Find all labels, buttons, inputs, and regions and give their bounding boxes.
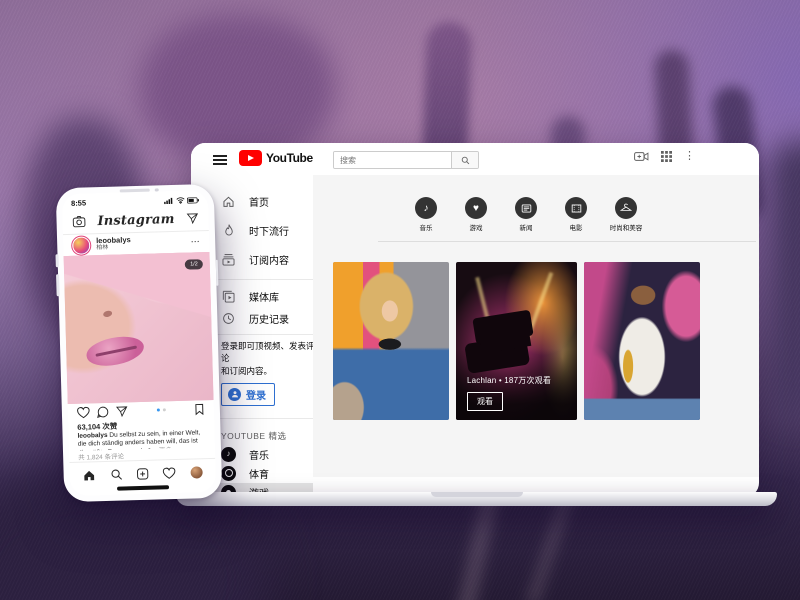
share-icon[interactable] bbox=[116, 405, 128, 417]
history-clock-icon bbox=[221, 311, 236, 326]
activity-tab-icon[interactable] bbox=[163, 467, 176, 479]
crowd-hand-silhouette bbox=[770, 140, 800, 420]
cellular-signal-icon bbox=[164, 197, 173, 204]
crowd-hand-silhouette bbox=[140, 14, 335, 164]
battery-icon bbox=[187, 197, 199, 203]
menu-icon[interactable] bbox=[213, 155, 227, 168]
category-label: 音乐 bbox=[420, 222, 433, 232]
create-video-icon[interactable] bbox=[634, 151, 649, 162]
caption-username[interactable]: leoobalys bbox=[77, 431, 107, 439]
video-title: Lachlan • 187万次观看 bbox=[467, 375, 551, 386]
library-icon bbox=[221, 289, 236, 304]
post-username[interactable]: leoobalys bbox=[96, 236, 131, 245]
category-movies[interactable]: 电影 bbox=[558, 197, 594, 232]
sidebar-item-label: 订阅内容 bbox=[249, 252, 289, 267]
signin-prompt-text: 登录即可顶视频、发表评论 和订阅内容。 bbox=[221, 340, 316, 377]
avatar[interactable] bbox=[72, 236, 90, 254]
hanger-icon bbox=[615, 197, 637, 219]
topbar-icons: ⋮ bbox=[634, 151, 695, 162]
youtube-content: ♪ 音乐 ♥ 游戏 新闻 电影 bbox=[313, 175, 759, 477]
game-heart-icon: ♥ bbox=[465, 197, 487, 219]
category-label: 新闻 bbox=[520, 222, 533, 232]
like-icon[interactable] bbox=[77, 406, 90, 418]
search-icon bbox=[461, 156, 470, 165]
camera-icon[interactable] bbox=[72, 216, 85, 228]
youtube-play-icon bbox=[239, 150, 262, 166]
carousel-badge: 1/2 bbox=[185, 260, 203, 270]
comment-icon[interactable] bbox=[97, 406, 109, 418]
carousel-dots bbox=[135, 408, 187, 412]
status-time: 8:55 bbox=[71, 199, 86, 208]
video-card-portrait[interactable] bbox=[333, 262, 449, 420]
sidebar-item-label: 首页 bbox=[249, 194, 269, 209]
category-news[interactable]: 新闻 bbox=[508, 197, 544, 232]
music-icon: ♪ bbox=[221, 447, 236, 462]
trending-flame-icon bbox=[221, 223, 236, 238]
desktop-wallpaper-scene: YouTube ⋮ bbox=[0, 0, 800, 600]
sidebar-item-label: 体育 bbox=[249, 466, 269, 481]
search-tab-icon[interactable] bbox=[110, 468, 122, 480]
laptop-base bbox=[176, 492, 777, 506]
profile-tab-avatar[interactable] bbox=[190, 466, 202, 478]
search-button[interactable] bbox=[451, 152, 478, 168]
instagram-app: 8:55 Instagram leoobalys 柏林 ⋯ bbox=[62, 190, 216, 496]
search-input[interactable] bbox=[334, 152, 451, 168]
category-fashion-beauty[interactable]: 时尚和美容 bbox=[608, 197, 644, 232]
signin-button[interactable]: 登录 bbox=[221, 383, 275, 406]
home-tab-icon[interactable] bbox=[83, 469, 96, 481]
music-note-icon: ♪ bbox=[415, 197, 437, 219]
signin-button-label: 登录 bbox=[246, 387, 266, 402]
phone-volume-button bbox=[55, 254, 58, 267]
category-label: 电影 bbox=[570, 222, 583, 232]
youtube-topbar: YouTube ⋮ bbox=[191, 143, 759, 175]
sports-icon bbox=[221, 466, 236, 481]
more-vertical-icon[interactable]: ⋮ bbox=[684, 151, 695, 162]
youtube-logo[interactable]: YouTube bbox=[239, 150, 313, 166]
more-horizontal-icon[interactable]: ⋯ bbox=[191, 236, 201, 247]
newspaper-icon bbox=[515, 197, 537, 219]
send-icon[interactable] bbox=[186, 213, 198, 225]
category-gaming[interactable]: ♥ 游戏 bbox=[458, 197, 494, 232]
wifi-icon bbox=[175, 197, 184, 204]
film-icon bbox=[565, 197, 587, 219]
category-label: 游戏 bbox=[470, 222, 483, 232]
post-image[interactable]: 1/2 bbox=[64, 252, 214, 404]
video-card-row: Lachlan • 187万次观看 观看 bbox=[313, 262, 759, 420]
subscriptions-icon bbox=[221, 252, 236, 267]
content-divider bbox=[378, 241, 756, 242]
phone-volume-button bbox=[56, 274, 59, 296]
thumbnail-street-style bbox=[584, 262, 700, 420]
apps-grid-icon[interactable] bbox=[661, 151, 672, 162]
category-row: ♪ 音乐 ♥ 游戏 新闻 电影 bbox=[313, 197, 759, 232]
instagram-bottom-nav bbox=[69, 458, 216, 488]
bookmark-icon[interactable] bbox=[194, 403, 205, 415]
youtube-body: 首页 时下流行 订阅内容 媒体库 历史记录 bbox=[191, 175, 759, 477]
new-post-icon[interactable] bbox=[136, 467, 148, 479]
sidebar-item-label: 音乐 bbox=[249, 447, 269, 462]
video-card-street[interactable] bbox=[584, 262, 700, 420]
thumbnail-blonde-portrait bbox=[333, 262, 449, 420]
category-music[interactable]: ♪ 音乐 bbox=[408, 197, 444, 232]
laptop-base-notch bbox=[431, 492, 523, 497]
sidebar-item-label: 时下流行 bbox=[249, 223, 289, 238]
post-location: 柏林 bbox=[96, 244, 131, 252]
instagram-logo: Instagram bbox=[85, 211, 186, 229]
search-bar bbox=[333, 151, 479, 169]
category-label: 时尚和美容 bbox=[610, 222, 643, 232]
home-icon bbox=[221, 194, 236, 209]
person-icon bbox=[228, 388, 241, 401]
youtube-wordmark: YouTube bbox=[266, 151, 313, 165]
phone-mockup: 8:55 Instagram leoobalys 柏林 ⋯ bbox=[56, 184, 223, 502]
sidebar-item-label: 媒体库 bbox=[249, 289, 279, 304]
phone-camera bbox=[155, 188, 159, 192]
watch-button[interactable]: 观看 bbox=[467, 392, 503, 411]
sidebar-item-label: 历史记录 bbox=[249, 311, 289, 326]
laptop-mockup-screen: YouTube ⋮ bbox=[191, 143, 759, 497]
video-card-concert[interactable]: Lachlan • 187万次观看 观看 bbox=[456, 262, 577, 420]
